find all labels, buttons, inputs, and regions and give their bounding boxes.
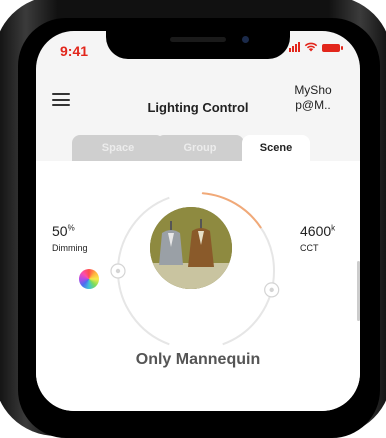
dimming-label: Dimming bbox=[52, 243, 88, 253]
cct-value-display: 4600k bbox=[300, 223, 335, 239]
cellular-signal-icon bbox=[289, 42, 300, 52]
dimming-slider-handle-icon[interactable] bbox=[110, 263, 126, 279]
dimming-value: 50 bbox=[52, 223, 68, 239]
app-screen: 9:41 Lighting Control MySho p@M.. Space … bbox=[36, 31, 360, 411]
tab-bar: Space Group Scene bbox=[36, 135, 360, 161]
dimming-unit: % bbox=[67, 223, 75, 233]
tab-group[interactable]: Group bbox=[156, 135, 244, 161]
speaker-grille bbox=[170, 37, 226, 42]
status-icons bbox=[289, 42, 343, 52]
account-name-line2: p@M.. bbox=[295, 98, 331, 112]
account-name[interactable]: MySho p@M.. bbox=[284, 83, 342, 113]
account-name-line1: MySho bbox=[294, 83, 332, 97]
tab-space[interactable]: Space bbox=[72, 135, 164, 161]
cct-unit: k bbox=[331, 223, 336, 233]
wifi-icon bbox=[304, 42, 318, 52]
color-wheel-icon[interactable] bbox=[79, 269, 99, 289]
front-camera bbox=[242, 36, 249, 43]
cct-label: CCT bbox=[300, 243, 319, 253]
scene-panel: 50% Dimming 4600k CCT Only Mannequin bbox=[36, 161, 360, 411]
cct-slider-handle-icon[interactable] bbox=[264, 282, 280, 298]
tab-scene[interactable]: Scene bbox=[242, 135, 310, 161]
status-time: 9:41 bbox=[60, 43, 89, 59]
phone-notch bbox=[106, 31, 290, 59]
app-header: Lighting Control MySho p@M.. bbox=[36, 75, 360, 123]
battery-icon bbox=[322, 44, 343, 52]
scene-name: Only Mannequin bbox=[135, 351, 261, 368]
mannequin-photo[interactable] bbox=[150, 207, 232, 289]
scrollbar[interactable] bbox=[357, 261, 360, 321]
cct-value: 4600 bbox=[300, 223, 332, 239]
dimming-value-display: 50% bbox=[52, 223, 75, 239]
cct-arc[interactable] bbox=[222, 196, 276, 346]
